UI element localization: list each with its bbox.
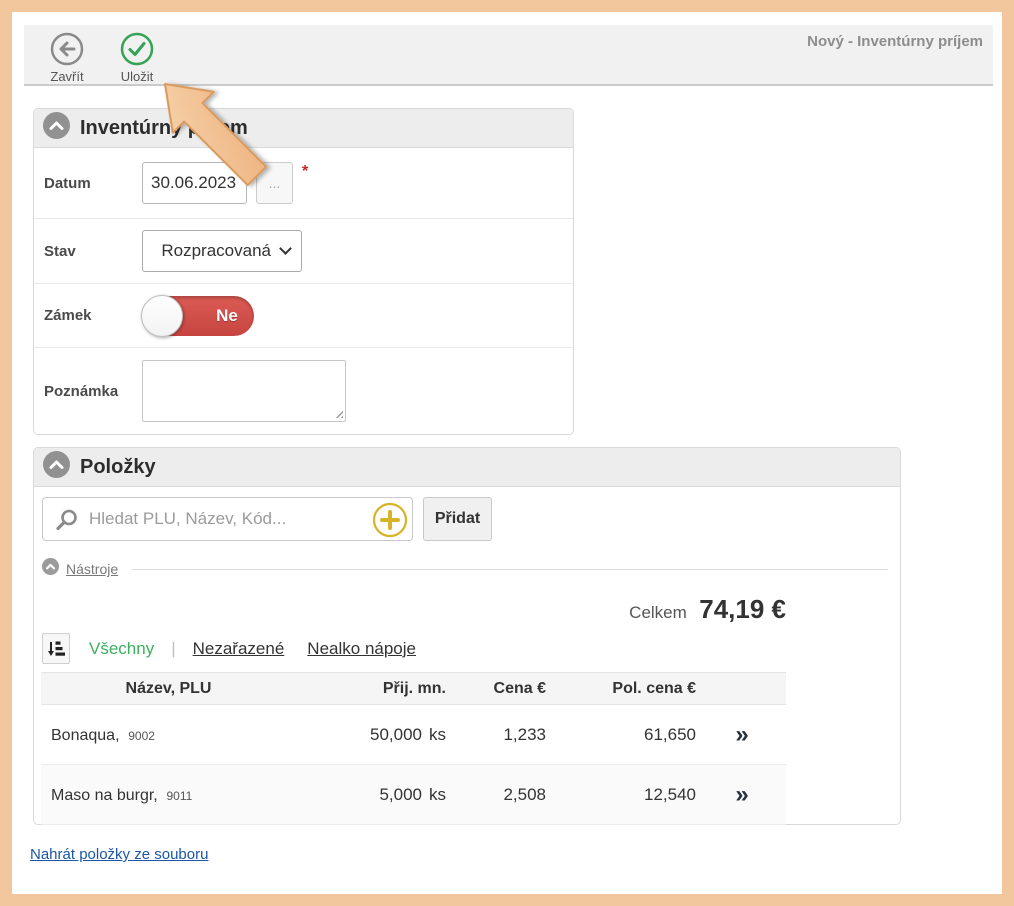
items-table: Název, PLU Přij. mn. Cena € Pol. cena € … [41,672,786,825]
required-asterisk: * [302,163,308,181]
save-button[interactable]: Uložit [108,31,166,84]
item-name: Maso na burgr, [51,787,158,804]
tools-row: Nástroje [42,558,888,580]
item-name: Bonaqua, [51,727,120,744]
toggle-knob [141,295,183,337]
sort-amount-icon [47,640,65,658]
item-price: 1,233 [446,725,546,745]
datum-input[interactable] [142,162,247,204]
collapse-up-icon[interactable] [43,451,70,483]
items-panel-title: Položky [80,456,156,479]
filter-nezarazene[interactable]: Nezařazené [193,639,285,659]
datum-label: Datum [44,175,142,192]
table-row: Bonaqua, 9002 50,000 ks 1,233 61,650 » [41,705,786,765]
filter-nealko-napoje[interactable]: Nealko nápoje [307,639,416,659]
stav-select[interactable]: Rozpracovaná [142,230,302,272]
header-nazev-plu: Název, PLU [41,680,296,698]
close-button-label: Zavřít [38,69,96,84]
filter-separator: | [171,639,175,659]
table-header-row: Název, PLU Přij. mn. Cena € Pol. cena € [41,672,786,705]
zamek-toggle[interactable]: Ne [142,296,254,336]
total-value: 74,19 € [699,594,786,624]
upload-items-link[interactable]: Nahrát položky ze souboru [30,846,208,863]
save-button-label: Uložit [108,69,166,84]
app-page: Zavřít Uložit Nový - Inventúrny príjem [12,12,1002,894]
stav-label: Stav [44,243,142,260]
collapse-up-icon-small[interactable] [42,558,59,580]
filter-vsechny[interactable]: Všechny [89,639,154,659]
tools-divider [132,569,888,570]
header-pol-cena: Pol. cena € [546,680,696,698]
poznamka-label: Poznámka [44,383,142,400]
category-filter-row: Všechny | Nezařazené Nealko nápoje [42,633,900,664]
toolbar: Zavřít Uložit Nový - Inventúrny príjem [24,25,993,86]
total-label: Celkem [629,603,687,622]
collapse-up-icon[interactable] [43,112,70,144]
search-box [42,497,413,541]
item-unit: ks [429,725,446,744]
search-row: Přidat [42,497,900,541]
row-detail-chevrons-icon[interactable]: » [735,781,746,808]
item-qty: 50,000 [370,725,422,744]
field-row-stav: Stav Rozpracovaná [34,219,573,284]
header-cena: Cena € [446,680,546,698]
form-panel: Inventúrny príjem Datum ... * Stav Rozpr… [33,108,574,435]
total-row: Celkem 74,19 € [34,594,786,625]
tools-link[interactable]: Nástroje [66,561,118,577]
item-line-total: 12,540 [546,785,696,805]
chevron-down-icon [279,242,292,255]
item-unit: ks [429,785,446,804]
item-price: 2,508 [446,785,546,805]
poznamka-textarea[interactable] [142,360,346,422]
add-button[interactable]: Přidat [423,497,492,541]
items-panel-header: Položky [34,448,900,487]
field-row-zamek: Zámek Ne [34,284,573,348]
window-title: Nový - Inventúrny príjem [807,33,983,50]
table-row: Maso na burgr, 9011 5,000 ks 2,508 12,540… [41,765,786,825]
poznamka-textarea-wrap [142,360,346,422]
item-line-total: 61,650 [546,725,696,745]
row-detail-chevrons-icon[interactable]: » [735,721,746,748]
form-panel-title: Inventúrny príjem [80,117,248,140]
zamek-label: Zámek [44,307,142,324]
toggle-state-label: Ne [200,296,254,336]
items-panel: Položky Přidat [33,447,901,825]
close-button[interactable]: Zavřít [38,31,96,84]
stav-select-value: Rozpracovaná [161,241,271,261]
check-icon [108,31,166,67]
field-row-datum: Datum ... * [34,148,573,219]
back-icon [38,31,96,67]
sort-button[interactable] [42,633,70,664]
field-row-poznamka: Poznámka [34,348,573,434]
date-picker-button[interactable]: ... [256,162,293,204]
item-plu: 9002 [128,729,155,743]
search-input[interactable] [43,498,412,540]
add-item-plus-icon[interactable] [372,502,408,538]
header-prij-mn: Přij. mn. [296,680,446,698]
form-panel-header: Inventúrny príjem [34,109,573,148]
item-plu: 9011 [166,789,192,803]
item-qty: 5,000 [379,785,422,804]
